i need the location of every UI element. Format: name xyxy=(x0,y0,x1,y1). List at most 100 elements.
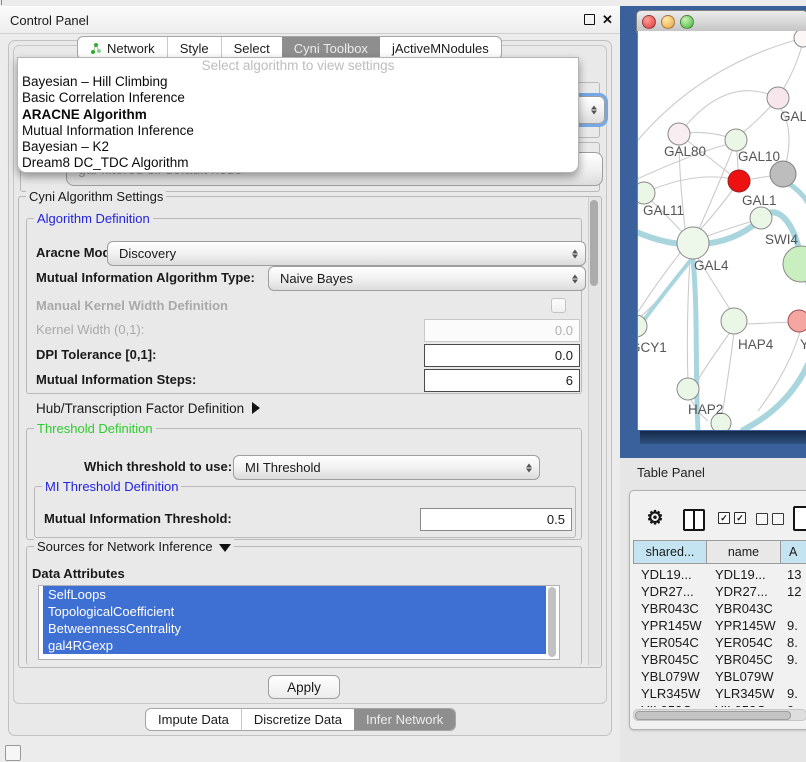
table-row[interactable]: YDL19...YDL19...13 xyxy=(629,566,806,583)
table-row[interactable]: YIL052CYIL052C9. xyxy=(629,702,806,707)
algorithm-option[interactable]: Bayesian – Hill Climbing xyxy=(18,74,578,90)
algorithm-option[interactable]: Basic Correlation Inference xyxy=(18,90,578,106)
settings-scrollbar-thumb[interactable] xyxy=(590,200,598,286)
unchecked-checkboxes-icon[interactable] xyxy=(756,513,784,525)
node-label: GAL1 xyxy=(742,193,777,208)
tab-cyni-toolbox[interactable]: Cyni Toolbox xyxy=(282,37,380,59)
attributes-scrollbar[interactable] xyxy=(547,587,557,657)
mi-threshold-field[interactable]: 0.5 xyxy=(420,508,572,531)
table-cell: YDL19... xyxy=(641,566,692,583)
network-node-gal1[interactable] xyxy=(728,170,750,192)
window-shadow xyxy=(640,431,806,444)
table-cell: YBL079W xyxy=(641,668,700,685)
table-row[interactable]: YBL079WYBL079W xyxy=(629,668,806,685)
network-node-gal10[interactable] xyxy=(725,129,747,151)
attribute-item[interactable]: BetweennessCentrality xyxy=(43,620,546,637)
network-node-hap2[interactable] xyxy=(677,378,699,400)
node-label: HAP2 xyxy=(688,402,723,417)
table-cell: YLR345W xyxy=(641,685,700,702)
tab-style[interactable]: Style xyxy=(167,37,221,59)
table-row[interactable]: YER054CYER054C8. xyxy=(629,634,806,651)
network-node[interactable] xyxy=(783,246,806,282)
network-node-swi4[interactable] xyxy=(750,207,772,229)
network-node-gal11[interactable] xyxy=(638,182,655,204)
tab-discretize-data[interactable]: Discretize Data xyxy=(241,709,354,730)
table-row[interactable]: YPR145WYPR145W9. xyxy=(629,617,806,634)
node-label: GAL11 xyxy=(643,203,684,218)
which-threshold-combobox[interactable]: MI Threshold xyxy=(233,455,540,480)
attribute-item[interactable]: SelfLoops xyxy=(43,586,546,603)
tab-infer-network[interactable]: Infer Network xyxy=(354,709,455,730)
tab-select[interactable]: Select xyxy=(221,37,282,59)
dpi-tolerance-field[interactable]: 0.0 xyxy=(424,344,580,367)
table-row[interactable]: YBR045CYBR045C9. xyxy=(629,651,806,668)
table-hscrollbar-thumb[interactable] xyxy=(635,711,791,720)
close-traffic-light-icon[interactable] xyxy=(642,15,656,29)
apply-button[interactable]: Apply xyxy=(268,675,340,699)
collapsed-arrow-icon xyxy=(252,402,260,414)
mi-type-combobox[interactable]: Naive Bayes xyxy=(268,266,586,291)
hub-section-toggle[interactable]: Hub/Transcription Factor Definition xyxy=(36,399,260,417)
edge-artifact xyxy=(1,0,2,5)
aracne-mode-combobox[interactable]: Discovery xyxy=(107,241,586,266)
algorithm-options-list: Bayesian – Hill ClimbingBasic Correlatio… xyxy=(18,74,578,172)
combo-arrows-icon xyxy=(526,463,532,472)
network-node-gal80[interactable] xyxy=(668,123,690,145)
attributes-scrollbar-thumb[interactable] xyxy=(548,587,556,657)
checked-checkboxes-icon[interactable]: ✓✓ xyxy=(718,512,746,524)
table-cell: YLR345W xyxy=(715,685,774,702)
table-cell: 12 xyxy=(787,583,801,600)
table-cell: YDR27... xyxy=(715,583,768,600)
network-edge xyxy=(722,333,734,415)
kernel-width-field[interactable]: 0.0 xyxy=(424,319,580,342)
settings-scrollbar[interactable] xyxy=(588,197,600,665)
node-label: Y xyxy=(800,337,806,352)
table-row[interactable]: YDR27...YDR27...12 xyxy=(629,583,806,600)
minimize-traffic-light-icon[interactable] xyxy=(661,15,675,29)
node-label: SWI4 xyxy=(765,232,798,247)
sources-group-title[interactable]: Sources for Network Inference xyxy=(34,539,234,554)
manual-kernel-checkbox[interactable] xyxy=(551,298,566,313)
algorithm-option[interactable]: Dream8 DC_TDC Algorithm xyxy=(18,155,578,171)
mi-steps-field[interactable]: 6 xyxy=(424,369,580,392)
column-header-third[interactable]: A xyxy=(780,540,806,564)
table-cell: YIL052C xyxy=(715,702,766,707)
node-label: GAL2 xyxy=(780,109,806,124)
bottom-tabs: Impute Data Discretize Data Infer Networ… xyxy=(145,708,456,731)
algorithm-option[interactable]: ARACNE Algorithm xyxy=(18,107,578,123)
tab-jactivemnodules[interactable]: jActiveMNodules xyxy=(380,37,501,59)
network-window-titlebar[interactable] xyxy=(636,10,806,33)
document-icon[interactable] xyxy=(793,506,806,531)
table-cell: 8. xyxy=(787,634,798,651)
algorithm-dropdown-popup: Select algorithm to view settings Bayesi… xyxy=(17,57,579,173)
network-node[interactable] xyxy=(794,31,806,47)
attribute-item[interactable]: gal4RGexp xyxy=(43,637,546,654)
table-cell: YDL19... xyxy=(715,566,766,583)
table-cell: 9. xyxy=(787,685,798,702)
attribute-item[interactable]: TopologicalCoefficient xyxy=(43,603,546,620)
minimized-panel-icon[interactable] xyxy=(5,745,21,761)
network-canvas[interactable]: GAL2GAL80GAL10GAL1GAL11SWI4GAL4HAP4YGCY1… xyxy=(637,31,806,430)
close-icon[interactable]: ✕ xyxy=(602,13,613,26)
network-node-y[interactable] xyxy=(788,310,806,332)
tab-impute-data[interactable]: Impute Data xyxy=(146,709,241,730)
network-node-gal4[interactable] xyxy=(677,227,709,259)
zoom-traffic-light-icon[interactable] xyxy=(680,15,694,29)
table-row[interactable]: YLR345W YLR345W 9. xyxy=(629,685,806,702)
algorithm-option[interactable]: Mutual Information Inference xyxy=(18,123,578,139)
table-hscrollbar[interactable] xyxy=(633,709,806,721)
tab-network[interactable]: Network xyxy=(78,37,167,59)
column-split-icon[interactable] xyxy=(683,509,705,531)
algorithm-option[interactable]: Bayesian – K2 xyxy=(18,139,578,155)
settings-group-title: Cyni Algorithm Settings xyxy=(26,189,166,204)
float-window-icon[interactable] xyxy=(584,14,595,25)
table-row[interactable]: YBR043CYBR043C xyxy=(629,600,806,617)
network-node-hap4[interactable] xyxy=(721,308,747,334)
column-header-name[interactable]: name xyxy=(706,540,781,564)
data-attributes-list[interactable]: SelfLoopsTopologicalCoefficientBetweenne… xyxy=(38,585,560,660)
gear-icon[interactable]: ⚙ xyxy=(645,507,665,529)
column-header-shared[interactable]: shared... xyxy=(633,540,707,564)
network-node-gal2[interactable] xyxy=(767,87,789,109)
network-node[interactable] xyxy=(770,161,796,187)
which-threshold-label: Which threshold to use: xyxy=(84,455,232,478)
